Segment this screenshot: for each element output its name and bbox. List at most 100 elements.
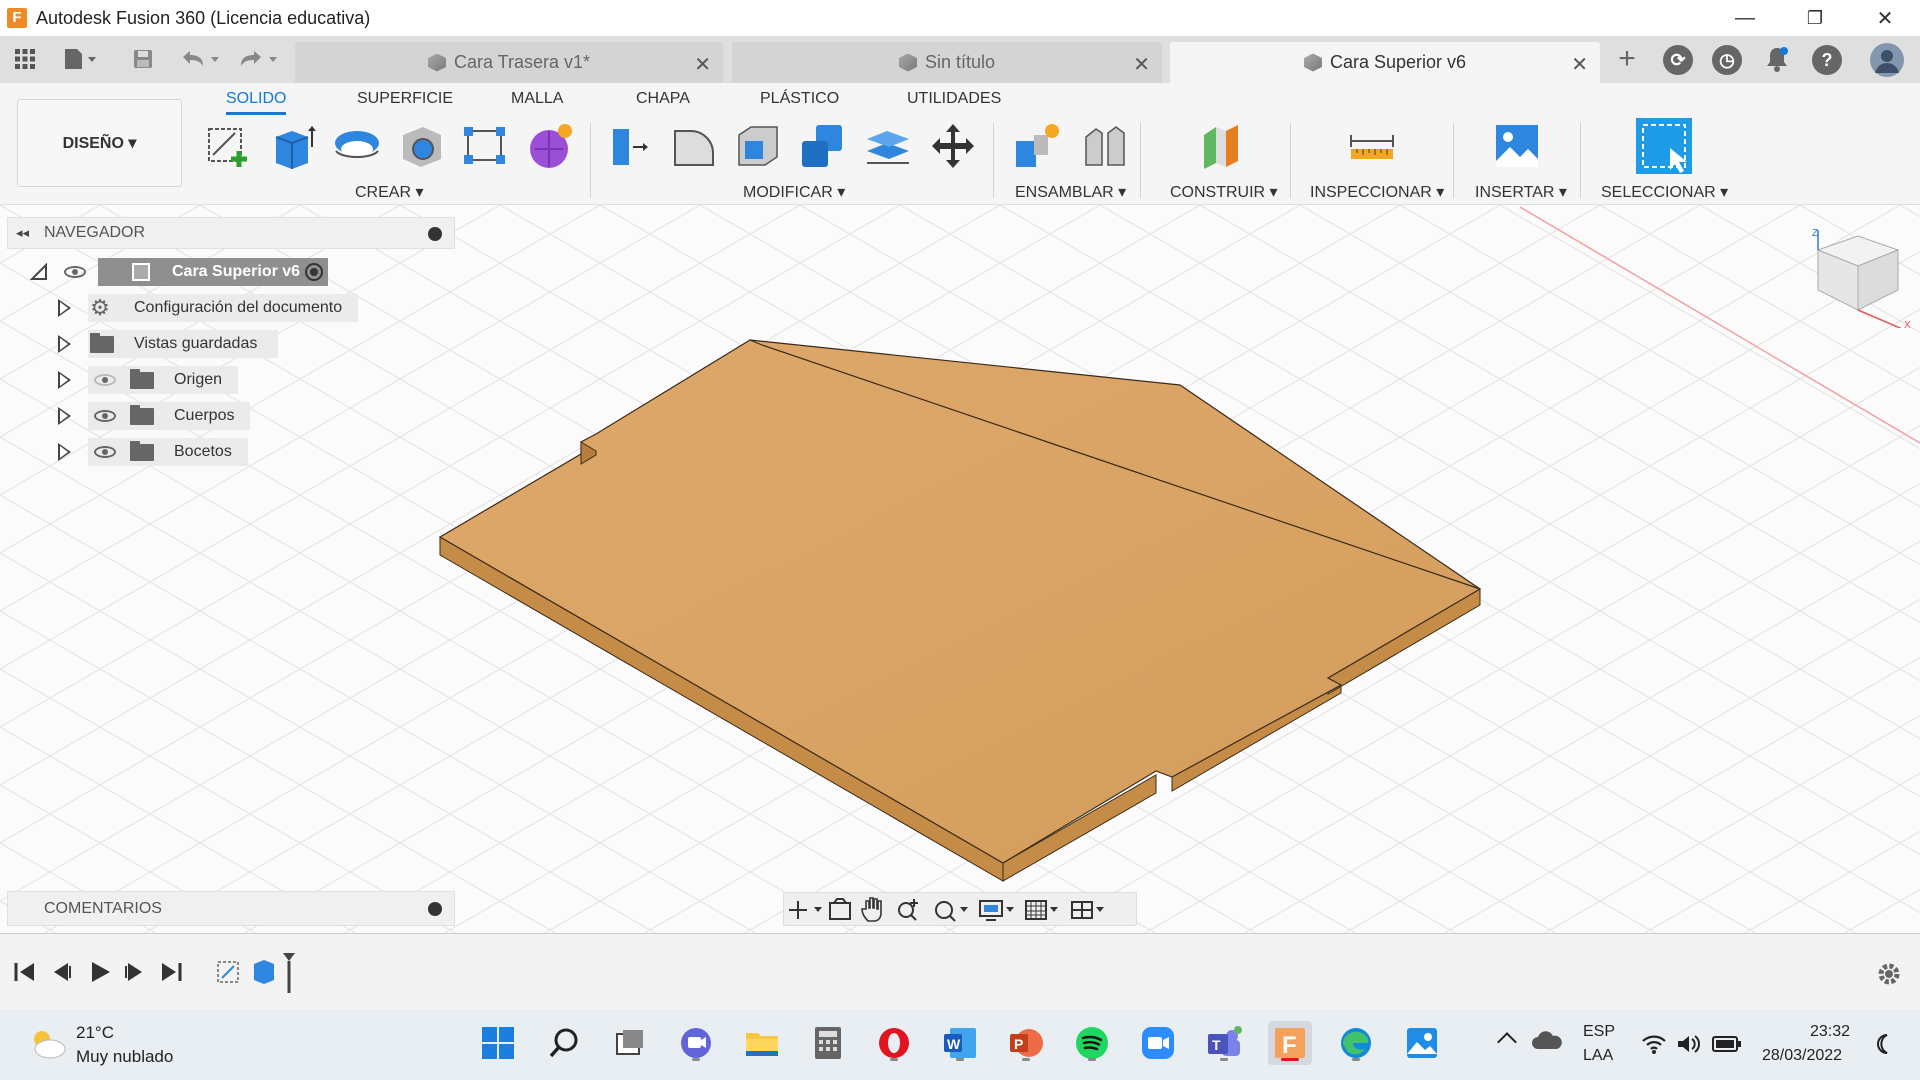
- restore-button[interactable]: ❐: [1780, 0, 1850, 36]
- align-icon[interactable]: [863, 121, 913, 171]
- measure-icon[interactable]: [1347, 121, 1397, 171]
- close-tab-icon[interactable]: ✕: [1133, 52, 1150, 77]
- new-component-icon[interactable]: [1012, 121, 1062, 171]
- pan-hand-icon[interactable]: [861, 897, 882, 922]
- look-at-icon[interactable]: [829, 898, 851, 920]
- close-button[interactable]: ✕: [1850, 0, 1920, 36]
- minimize-panel-icon[interactable]: [428, 227, 442, 241]
- expand-comments-icon[interactable]: [428, 902, 442, 916]
- sync-icon[interactable]: ⟳: [1663, 45, 1693, 75]
- fusion360-taskbar-icon[interactable]: F: [1268, 1021, 1312, 1065]
- tree-item-configuracion[interactable]: ⚙ Configuración del documento: [58, 294, 358, 322]
- battery-icon[interactable]: [1712, 1035, 1742, 1053]
- grid-menu-icon[interactable]: [10, 44, 40, 74]
- create-sketch-icon[interactable]: [203, 121, 253, 171]
- search-icon[interactable]: [542, 1021, 586, 1065]
- hidden-eye-icon[interactable]: [94, 374, 116, 386]
- select-icon[interactable]: [1636, 118, 1692, 174]
- redo-icon[interactable]: [236, 44, 282, 74]
- tree-root-row[interactable]: Cara Superior v6: [30, 258, 350, 286]
- step-forward-icon[interactable]: [125, 963, 142, 981]
- expand-arrow-icon[interactable]: [58, 335, 71, 353]
- new-tab-button[interactable]: +: [1612, 42, 1642, 75]
- powerpoint-icon[interactable]: P: [1004, 1021, 1048, 1065]
- teams-icon[interactable]: T: [1202, 1021, 1246, 1065]
- shell-icon[interactable]: [733, 121, 783, 171]
- workspace-selector[interactable]: DISEÑO ▾: [17, 99, 182, 187]
- help-icon[interactable]: ?: [1812, 45, 1842, 75]
- collapse-panel-icon[interactable]: ◂◂: [16, 225, 29, 241]
- zoom-icon[interactable]: [898, 899, 918, 921]
- joint-icon[interactable]: [1080, 121, 1130, 171]
- photos-icon[interactable]: [1400, 1021, 1444, 1065]
- tab-malla[interactable]: MALLA: [511, 90, 563, 108]
- step-back-icon[interactable]: [54, 963, 71, 981]
- group-modificar[interactable]: MODIFICAR ▾: [743, 182, 845, 202]
- wifi-icon[interactable]: [1641, 1033, 1667, 1055]
- group-construir[interactable]: CONSTRUIR ▾: [1170, 182, 1278, 202]
- calculator-icon[interactable]: [806, 1021, 850, 1065]
- timeline-marker-icon[interactable]: [283, 953, 295, 993]
- press-pull-icon[interactable]: [605, 121, 655, 171]
- expand-arrow-icon[interactable]: [58, 443, 71, 461]
- group-insertar[interactable]: INSERTAR ▾: [1475, 182, 1567, 202]
- keyboard-layout[interactable]: LAA: [1583, 1047, 1613, 1065]
- create-form-icon[interactable]: [525, 121, 575, 171]
- hole-icon[interactable]: [397, 121, 447, 171]
- orbit-icon[interactable]: [789, 901, 822, 919]
- expand-arrow-icon[interactable]: [58, 371, 71, 389]
- zoom-app-icon[interactable]: [1136, 1021, 1180, 1065]
- tab-cara-superior[interactable]: Cara Superior v6 ✕: [1170, 42, 1600, 83]
- tab-solido[interactable]: SOLIDO: [226, 90, 287, 115]
- opera-icon[interactable]: [872, 1021, 916, 1065]
- volume-icon[interactable]: [1676, 1033, 1702, 1055]
- undo-icon[interactable]: [178, 44, 224, 74]
- fillet-icon[interactable]: [669, 121, 719, 171]
- timeline-settings-gear-icon[interactable]: [1876, 961, 1902, 987]
- close-tab-icon[interactable]: ✕: [1571, 52, 1588, 77]
- timeline-sketch-icon[interactable]: [217, 961, 239, 983]
- viewports-icon[interactable]: [1071, 901, 1104, 919]
- notifications-icon[interactable]: [1762, 44, 1792, 74]
- viewcube[interactable]: Z X: [1810, 228, 1920, 328]
- task-view-icon[interactable]: [608, 1021, 652, 1065]
- root-component-chip[interactable]: Cara Superior v6: [98, 258, 328, 286]
- visibility-eye-icon[interactable]: [94, 446, 116, 458]
- file-menu-icon[interactable]: [60, 44, 100, 74]
- fit-icon[interactable]: [935, 901, 968, 922]
- tree-item-bocetos[interactable]: Bocetos: [58, 438, 258, 466]
- expand-arrow-icon[interactable]: [58, 299, 71, 317]
- combine-icon[interactable]: [798, 121, 848, 171]
- chat-icon[interactable]: [674, 1021, 718, 1065]
- go-to-start-icon[interactable]: [14, 963, 34, 981]
- tab-utilidades[interactable]: UTILIDADES: [907, 90, 1001, 108]
- group-seleccionar[interactable]: SELECCIONAR ▾: [1601, 182, 1728, 202]
- group-crear[interactable]: CREAR ▾: [355, 182, 423, 202]
- tab-superficie[interactable]: SUPERFICIE: [357, 90, 453, 108]
- navigator-panel-header[interactable]: ◂◂ NAVEGADOR: [7, 217, 455, 249]
- pattern-icon[interactable]: [460, 121, 510, 171]
- tree-item-cuerpos[interactable]: Cuerpos: [58, 402, 258, 430]
- spotify-icon[interactable]: [1070, 1021, 1114, 1065]
- display-settings-icon[interactable]: [979, 900, 1014, 921]
- chevron-up-icon[interactable]: [1497, 1032, 1517, 1052]
- tree-item-origen[interactable]: Origen: [58, 366, 258, 394]
- visibility-eye-icon[interactable]: [94, 410, 116, 422]
- language-code[interactable]: ESP: [1583, 1023, 1615, 1041]
- weather-cloud-icon[interactable]: [28, 1027, 68, 1061]
- clock-time[interactable]: 23:32: [1810, 1023, 1850, 1041]
- timeline-extrude-icon[interactable]: [254, 960, 274, 984]
- insert-image-icon[interactable]: [1492, 121, 1542, 171]
- tree-item-vistas[interactable]: Vistas guardadas: [58, 330, 288, 358]
- minimize-button[interactable]: —: [1710, 0, 1780, 36]
- group-ensamblar[interactable]: ENSAMBLAR ▾: [1015, 182, 1126, 202]
- focus-moon-icon[interactable]: [1873, 1033, 1895, 1055]
- expand-arrow-icon[interactable]: [58, 407, 71, 425]
- save-icon[interactable]: [128, 44, 158, 74]
- grid-settings-icon[interactable]: [1025, 900, 1058, 920]
- go-to-end-icon[interactable]: [162, 963, 182, 981]
- tab-chapa[interactable]: CHAPA: [636, 90, 690, 108]
- extrude-icon[interactable]: [268, 121, 318, 171]
- tab-cara-trasera[interactable]: Cara Trasera v1* ✕: [295, 42, 723, 83]
- tab-plastico[interactable]: PLÁSTICO: [760, 90, 839, 108]
